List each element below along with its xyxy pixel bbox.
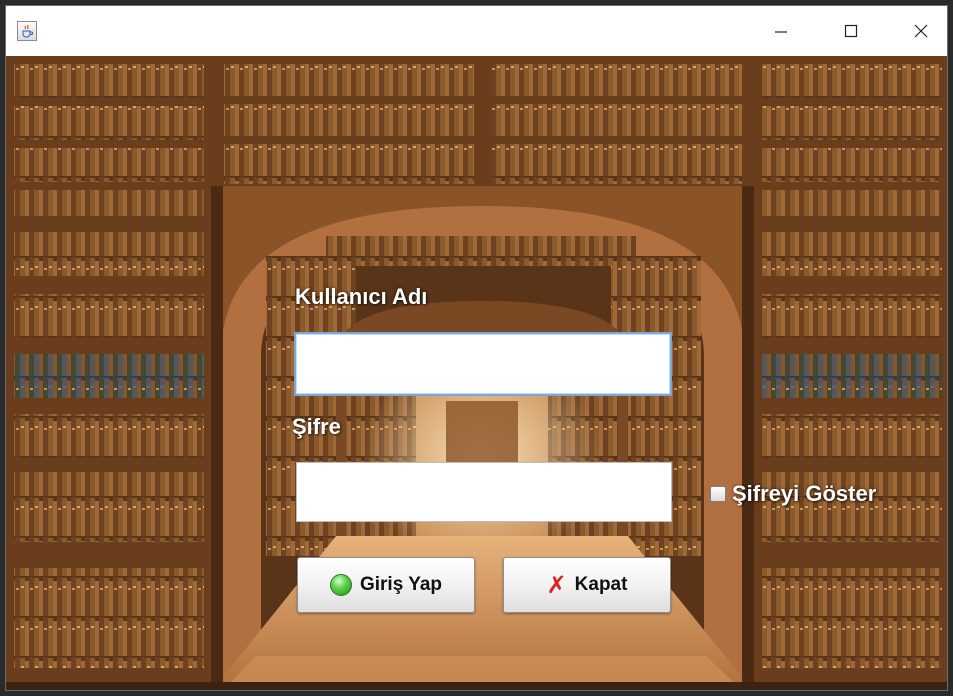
username-input[interactable] bbox=[294, 332, 672, 396]
login-button-label: Giriş Yap bbox=[359, 574, 443, 595]
green-orb-icon bbox=[329, 574, 352, 596]
close-app-button-label: Kapat bbox=[574, 574, 628, 595]
java-cup-icon bbox=[17, 21, 37, 41]
show-password-label[interactable]: Şifreyi Göster bbox=[732, 481, 876, 507]
login-panel: Kullanıcı Adı Şifre Şifreyi Göster Giriş… bbox=[6, 56, 947, 690]
title-bar[interactable] bbox=[6, 6, 947, 56]
show-password-checkbox[interactable]: Şifreyi Göster bbox=[710, 481, 876, 507]
maximize-button[interactable] bbox=[828, 6, 874, 56]
minimize-icon bbox=[775, 31, 787, 33]
checkbox-box[interactable] bbox=[710, 486, 726, 502]
login-button[interactable]: Giriş Yap bbox=[297, 557, 475, 613]
close-window-button[interactable] bbox=[898, 6, 944, 56]
password-input[interactable] bbox=[296, 462, 672, 522]
login-window: Kullanıcı Adı Şifre Şifreyi Göster Giriş… bbox=[5, 5, 948, 691]
close-icon bbox=[914, 24, 928, 38]
username-label: Kullanıcı Adı bbox=[295, 284, 428, 309]
maximize-icon bbox=[844, 24, 858, 38]
minimize-button[interactable] bbox=[758, 6, 804, 56]
close-app-button[interactable]: ✗ Kapat bbox=[503, 557, 671, 613]
password-label: Şifre bbox=[292, 414, 341, 439]
red-x-icon: ✗ bbox=[546, 571, 567, 599]
